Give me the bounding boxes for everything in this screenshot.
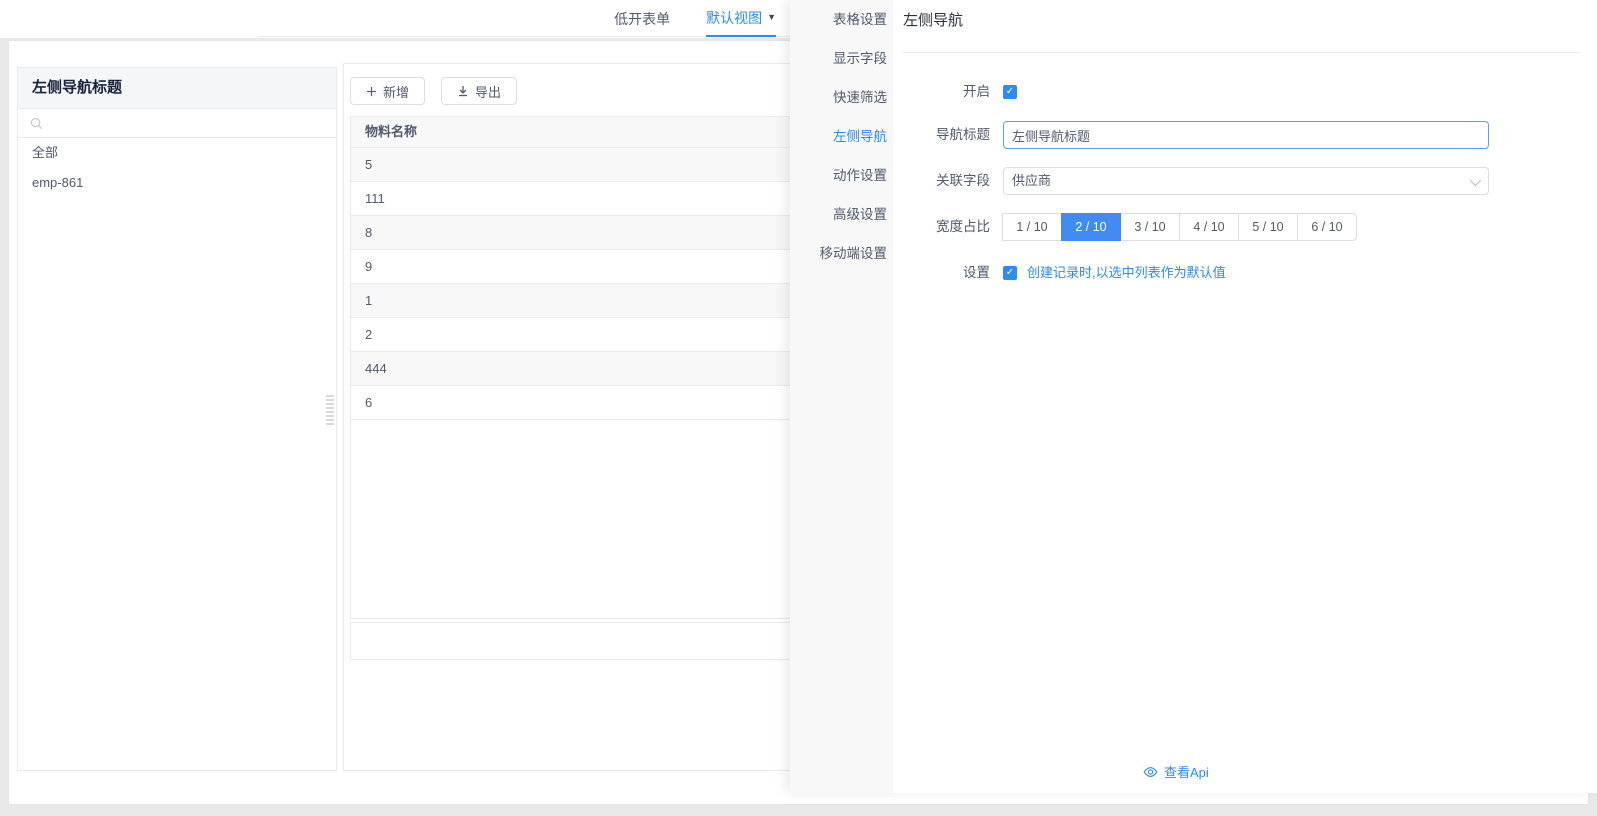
view-api-link[interactable]: 查看Api: [1143, 762, 1209, 781]
view-tabs: 低开表单 默认视图 ▼: [258, 0, 790, 37]
width-ratio-option[interactable]: 1 / 10: [1002, 213, 1062, 241]
width-ratio-option[interactable]: 6 / 10: [1297, 213, 1357, 241]
check-icon: ✓: [1005, 86, 1015, 97]
settings-menu-item[interactable]: 表格设置: [790, 0, 893, 39]
nav-search-input[interactable]: [49, 110, 336, 136]
enable-checkbox[interactable]: ✓: [1003, 85, 1017, 99]
width-ratio-label: 宽度占比: [936, 219, 990, 234]
settings-menu-item[interactable]: 快速筛选: [790, 78, 893, 117]
settings-menu-item[interactable]: 显示字段: [790, 39, 893, 78]
related-field-label: 关联字段: [936, 173, 990, 188]
settings-menu-list: 表格设置 显示字段 快速筛选 左侧导航 动作设置 高级设置 移动端设置: [790, 0, 893, 273]
related-field-select[interactable]: 供应商: [1003, 167, 1489, 195]
width-ratio-row: 宽度占比 1 / 10 2 / 10 3 / 10 4 / 10 5 / 10 6 / 1…: [893, 213, 1543, 241]
related-field-value: 供应商: [1012, 173, 1052, 188]
enable-row: 开启 ✓: [893, 78, 1543, 106]
chevron-down-icon: [1469, 174, 1482, 187]
settings-menu-item[interactable]: 左侧导航: [790, 117, 893, 156]
view-tab[interactable]: 默认视图 ▼: [706, 0, 776, 37]
export-button-label: 导出: [475, 84, 502, 100]
settings-menu-item[interactable]: 高级设置: [790, 195, 893, 234]
left-nav-panel: 左侧导航标题 全部 emp-861: [17, 67, 337, 771]
view-tab[interactable]: 低开表单: [614, 0, 670, 37]
settings-menu-item[interactable]: 移动端设置: [790, 234, 893, 273]
settings-menu: 表格设置 显示字段 快速筛选 左侧导航 动作设置 高级设置 移动端设置: [790, 0, 893, 793]
eye-icon: [1143, 766, 1158, 777]
export-button[interactable]: 导出: [441, 77, 518, 105]
settings-menu-item[interactable]: 动作设置: [790, 156, 893, 195]
width-ratio-option[interactable]: 3 / 10: [1120, 213, 1180, 241]
nav-title-row: 导航标题: [893, 121, 1543, 149]
divider: [903, 52, 1581, 53]
nav-title-label: 导航标题: [936, 127, 990, 142]
related-field-row: 关联字段 供应商: [893, 167, 1543, 195]
add-button-label: 新增: [383, 84, 410, 100]
download-icon: [459, 86, 468, 97]
view-tab-label: 低开表单: [614, 10, 671, 27]
nav-list-item[interactable]: emp-861: [18, 168, 336, 198]
view-tab-label: 默认视图: [706, 9, 763, 26]
settings-label: 设置: [963, 265, 990, 280]
check-icon: ✓: [1005, 267, 1015, 278]
view-api-label: 查看Api: [1164, 765, 1209, 780]
screen: 低开表单 默认视图 ▼ 左侧导航标题 全部 emp-861 新增 导出 物料名称…: [0, 0, 1597, 816]
nav-list-item[interactable]: 全部: [18, 138, 336, 168]
settings-panel: 左侧导航 开启 ✓ 导航标题 关联字段: [893, 0, 1597, 793]
settings-panel-title: 左侧导航: [903, 12, 964, 29]
enable-label: 开启: [963, 84, 990, 99]
search-icon: [30, 117, 43, 129]
width-ratio-option[interactable]: 4 / 10: [1179, 213, 1239, 241]
nav-title-input[interactable]: [1003, 121, 1489, 149]
default-value-checkbox[interactable]: ✓: [1003, 266, 1017, 280]
left-nav-title: 左侧导航标题: [18, 68, 336, 109]
nav-list: 全部 emp-861: [18, 138, 336, 198]
panel-resize-handle[interactable]: [326, 395, 334, 427]
caret-down-icon: ▼: [767, 12, 776, 22]
width-ratio-option[interactable]: 5 / 10: [1238, 213, 1298, 241]
settings-drawer: 表格设置 显示字段 快速筛选 左侧导航 动作设置 高级设置 移动端设置 左侧导航 开启 ✓ …: [790, 0, 1597, 793]
add-button[interactable]: 新增: [350, 77, 426, 105]
nav-search-box: [18, 109, 336, 138]
plus-icon: [366, 86, 377, 96]
table-toolbar: 新增 导出: [350, 77, 518, 105]
width-ratio-segmented: 1 / 10 2 / 10 3 / 10 4 / 10 5 / 10 6 / 10: [1002, 213, 1357, 241]
settings-row: 设置 ✓ 创建记录时,以选中列表作为默认值: [893, 259, 1543, 287]
default-value-option-label[interactable]: 创建记录时,以选中列表作为默认值: [1027, 259, 1226, 287]
width-ratio-option[interactable]: 2 / 10: [1061, 213, 1121, 241]
